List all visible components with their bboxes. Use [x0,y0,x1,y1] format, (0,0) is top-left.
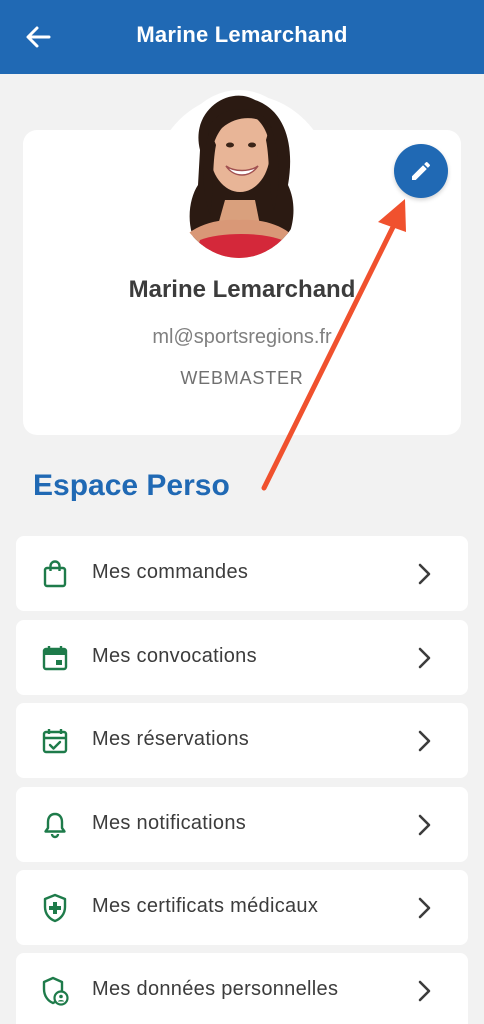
shopping-bag-icon [40,559,70,589]
chevron-right-icon [418,897,431,919]
menu-item-certificats[interactable]: Mes certificats médicaux [16,870,468,945]
menu-item-label: Mes convocations [92,645,257,667]
menu-item-commandes[interactable]: Mes commandes [16,536,468,611]
page-title: Marine Lemarchand [136,22,348,47]
menu-item-reservations[interactable]: Mes réservations [16,703,468,778]
menu-item-notifications[interactable]: Mes notifications [16,787,468,862]
menu-item-label: Mes réservations [92,728,250,750]
avatar [170,90,308,258]
profile-role: WEBMASTER [180,368,304,388]
edit-profile-button[interactable] [394,144,448,198]
chevron-right-icon [418,980,431,1002]
calendar-check-icon [40,726,70,756]
chevron-right-icon [418,563,431,585]
medical-shield-icon [40,893,70,923]
menu-item-label: Mes données personnelles [92,978,339,1000]
menu-item-label: Mes commandes [92,561,249,583]
app-screen: Marine Lemarchand Marine Lemarchand ml@s… [0,0,484,1024]
bell-icon [40,810,70,840]
chevron-right-icon [418,647,431,669]
menu-item-label: Mes certificats médicaux [92,895,319,917]
chevron-right-icon [418,814,431,836]
pencil-icon [412,161,431,180]
menu-item-convocations[interactable]: Mes convocations [16,620,468,695]
privacy-shield-icon [40,976,70,1006]
menu-item-donnees-personnelles[interactable]: Mes données personnelles [16,953,468,1024]
menu-item-label: Mes notifications [92,812,247,834]
profile-name: Marine Lemarchand [128,276,356,303]
profile-email: ml@sportsregions.fr [152,326,332,348]
calendar-event-icon [40,643,70,673]
app-bar: Marine Lemarchand [0,0,484,74]
chevron-right-icon [418,730,431,752]
section-title: Espace Perso [33,469,230,502]
